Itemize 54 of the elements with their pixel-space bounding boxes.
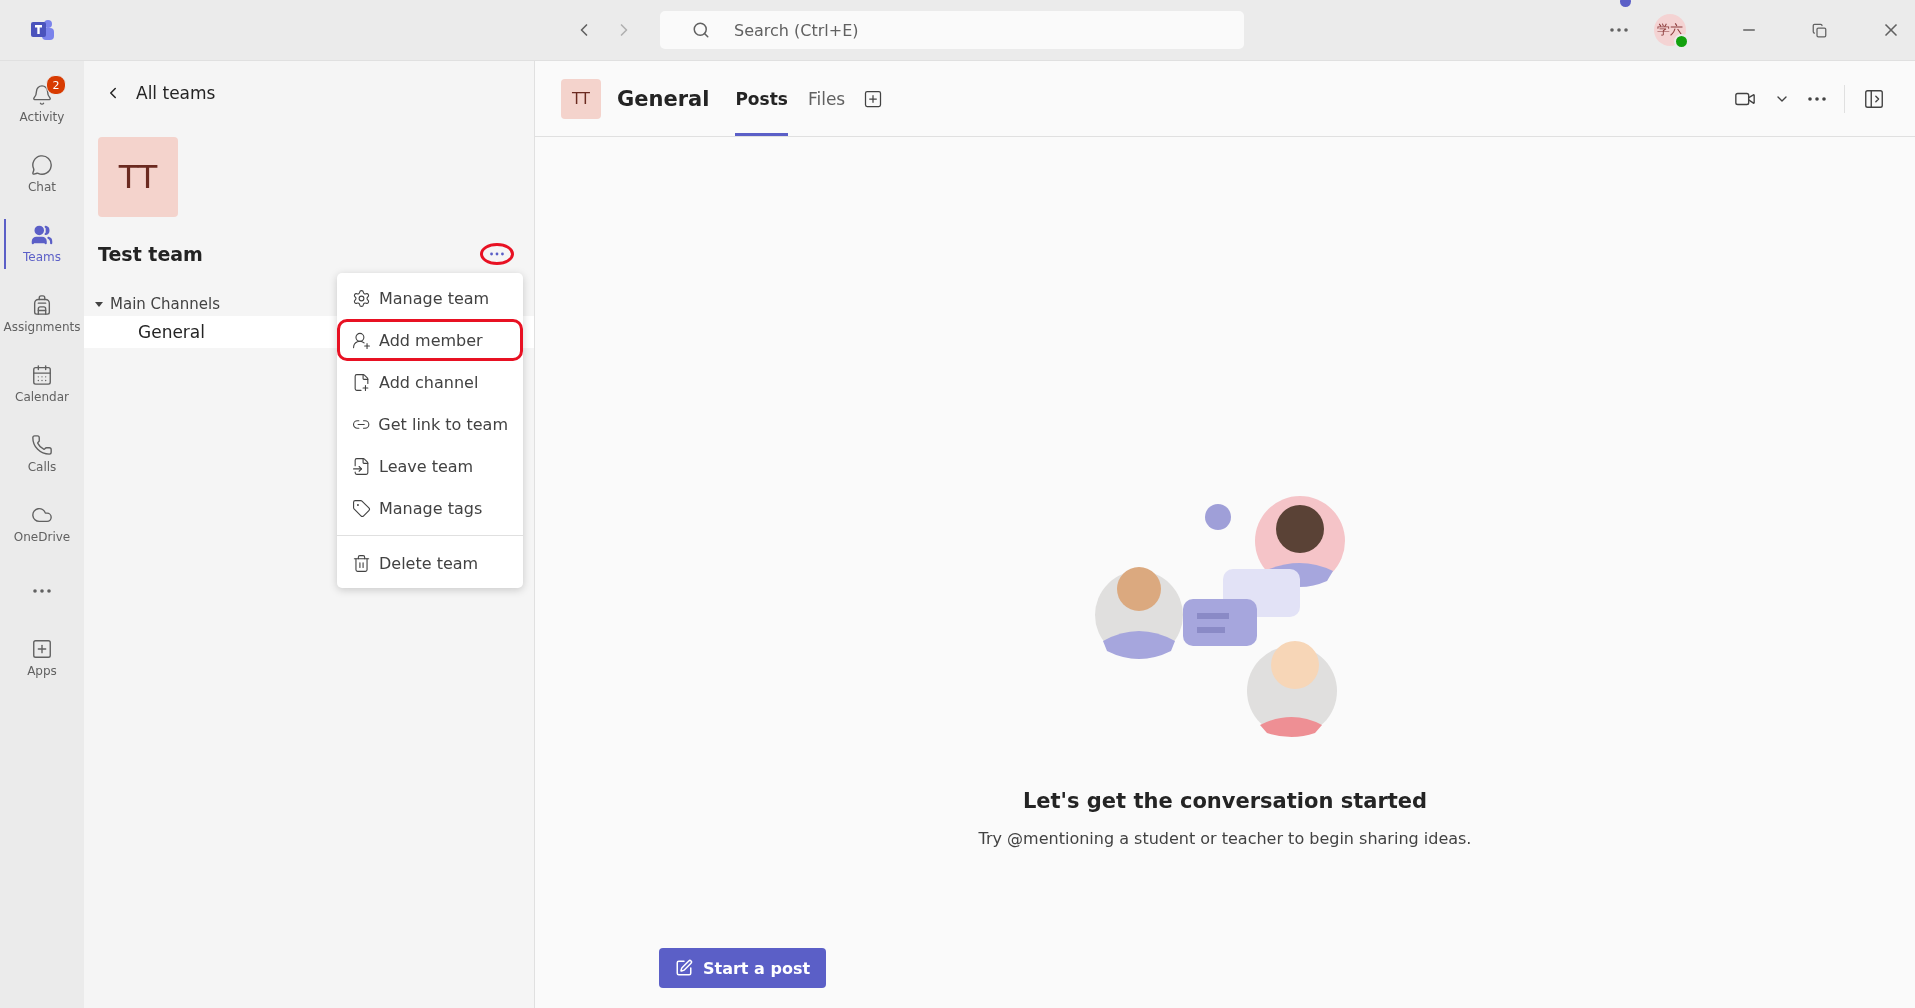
menu-icon (352, 498, 371, 518)
empty-state-title: Let's get the conversation started (1022, 789, 1428, 813)
rail-item[interactable]: OneDrive (0, 489, 84, 559)
caret-icon (94, 299, 104, 309)
menu-item[interactable]: Manage team (337, 277, 523, 319)
empty-state-text: Try @mentioning a student or teacher to begin sharing ideas. (978, 829, 1472, 848)
add-tab-icon[interactable] (863, 88, 884, 109)
all-teams-link[interactable]: All teams (104, 83, 216, 103)
rail-icon (31, 364, 53, 386)
rail-icon (31, 154, 53, 176)
rail-item[interactable]: Assignments (0, 279, 84, 349)
more-icon[interactable] (1808, 96, 1826, 101)
side-panel-icon[interactable] (1863, 87, 1885, 110)
menu-icon (352, 288, 371, 308)
channel-title: General (617, 86, 710, 111)
menu-icon (352, 456, 371, 476)
start-post-button[interactable]: Start a post (659, 948, 827, 988)
menu-item[interactable]: Delete team (337, 542, 523, 584)
more-icon (33, 589, 51, 593)
app-logo (29, 18, 55, 42)
channel-tab[interactable]: Posts (735, 61, 788, 136)
menu-icon (352, 553, 371, 573)
channel-tab[interactable]: Files (807, 61, 846, 136)
rail-item[interactable]: Teams (0, 209, 84, 279)
rail-icon (31, 434, 53, 456)
more-icon (490, 252, 504, 256)
rail-item[interactable]: Activity 2 (0, 69, 84, 139)
team-avatar: TT (98, 137, 178, 217)
menu-icon (352, 372, 371, 392)
presence-icon (1674, 34, 1689, 49)
channel-avatar: TT (561, 78, 601, 119)
rail-item[interactable]: Calendar (0, 349, 84, 419)
team-more-button[interactable] (480, 243, 514, 265)
rail-icon (31, 294, 53, 316)
rail-icon (31, 224, 53, 246)
search-field[interactable]: Search (Ctrl+E) (660, 11, 1244, 49)
channel-group[interactable]: Main Channels (94, 295, 220, 313)
menu-icon (352, 330, 371, 350)
menu-item[interactable]: Leave team (337, 445, 523, 487)
more-icon[interactable] (1610, 28, 1628, 32)
notification-badge: 2 (46, 75, 66, 95)
rail-icon (31, 84, 53, 106)
team-name: Test team (98, 243, 203, 265)
menu-item[interactable]: Add member (337, 319, 523, 361)
menu-item[interactable]: Manage tags (337, 487, 523, 529)
rail-item[interactable]: Calls (0, 419, 84, 489)
menu-item[interactable]: Get link to team (337, 403, 523, 445)
rail-item[interactable]: Apps (0, 623, 84, 693)
rail-item[interactable]: Chat (0, 139, 84, 209)
apps-icon (31, 638, 53, 660)
search-icon (692, 21, 710, 39)
menu-item[interactable]: Add channel (337, 361, 523, 403)
compose-icon (675, 959, 693, 977)
restore-icon[interactable] (1812, 22, 1827, 38)
